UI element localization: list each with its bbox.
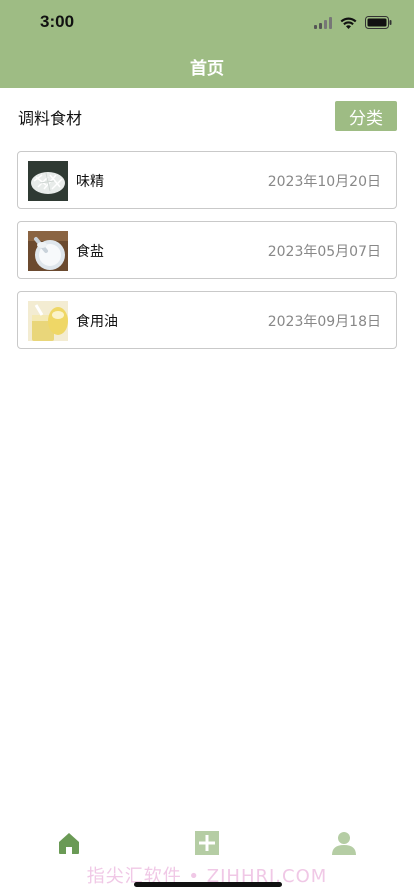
add-icon bbox=[194, 831, 220, 860]
item-name: 食盐 bbox=[76, 244, 104, 260]
user-icon bbox=[331, 832, 357, 860]
battery-icon bbox=[365, 14, 392, 33]
home-indicator bbox=[134, 882, 282, 887]
category-button[interactable]: 分类 bbox=[335, 101, 397, 131]
status-bar: 3:00 bbox=[0, 0, 414, 44]
item-date: 2023年09月18日 bbox=[267, 314, 381, 330]
tab-profile[interactable] bbox=[331, 830, 357, 856]
tab-home[interactable] bbox=[56, 830, 82, 856]
wifi-icon bbox=[340, 14, 357, 33]
tab-bar bbox=[0, 822, 414, 862]
home-icon bbox=[56, 833, 82, 860]
section-header: 调料食材 分类 bbox=[0, 100, 414, 132]
cellular-signal-icon bbox=[314, 14, 332, 33]
item-date: 2023年05月07日 bbox=[267, 244, 381, 260]
item-date: 2023年10月20日 bbox=[267, 174, 381, 190]
salt-bowl-thumbnail bbox=[28, 231, 68, 271]
navigation-bar: 首页 bbox=[0, 44, 414, 88]
msg-crystals-thumbnail bbox=[28, 161, 68, 201]
list-item[interactable]: 味精 2023年10月20日 bbox=[17, 151, 397, 209]
list-item[interactable]: 食用油 2023年09月18日 bbox=[17, 291, 397, 349]
item-name: 食用油 bbox=[76, 314, 118, 330]
cooking-oil-thumbnail bbox=[28, 301, 68, 341]
list-item[interactable]: 食盐 2023年05月07日 bbox=[17, 221, 397, 279]
tab-add[interactable] bbox=[194, 830, 220, 856]
page-title: 首页 bbox=[190, 58, 224, 79]
section-title: 调料食材 bbox=[18, 109, 83, 128]
status-icons bbox=[314, 14, 392, 33]
item-name: 味精 bbox=[76, 174, 104, 190]
status-time: 3:00 bbox=[40, 12, 75, 31]
ingredient-list: 味精 2023年10月20日 食盐 2023年05月07日 食用油 2023年0… bbox=[17, 151, 397, 361]
